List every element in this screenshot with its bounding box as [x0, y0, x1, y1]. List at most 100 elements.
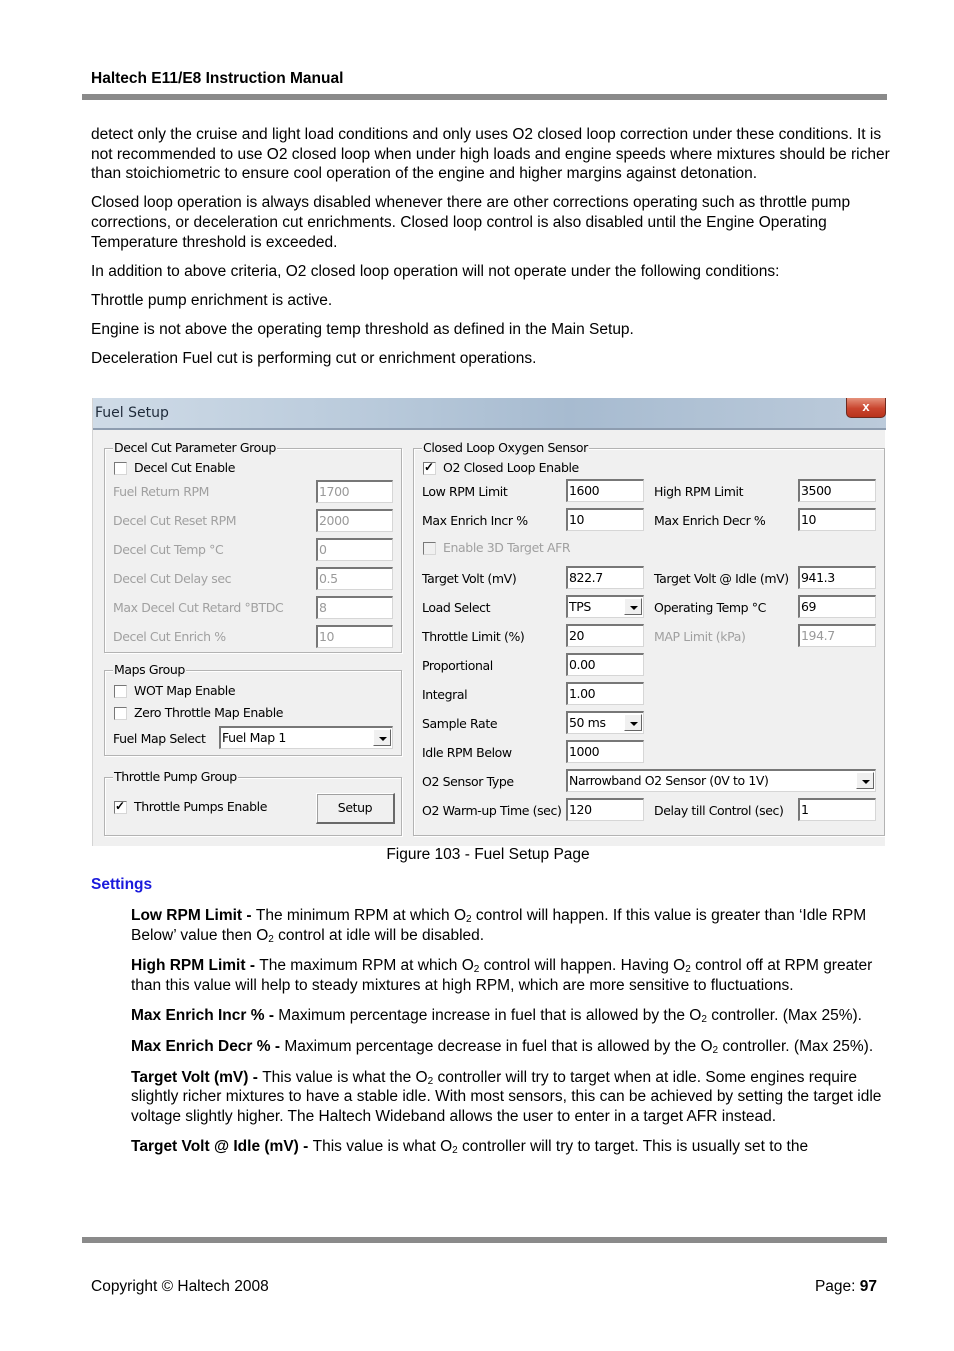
max-enrich-decr-label: Max Enrich Decr %: [654, 513, 766, 528]
paragraph: Throttle pump enrichment is active.: [91, 291, 333, 309]
decel-cut-enable-label: Decel Cut Enable: [134, 460, 236, 475]
load-select-label: Load Select: [422, 600, 491, 615]
fuel-setup-dialog: Fuel Setup x Decel Cut Parameter Group D…: [92, 398, 886, 846]
operating-temp-label: Operating Temp °C: [654, 600, 766, 615]
fuel-map-select-dropdown[interactable]: Fuel Map 1: [219, 726, 393, 749]
field-label: Max Decel Cut Retard °BTDC: [113, 600, 284, 615]
zero-throttle-map-enable-label: Zero Throttle Map Enable: [134, 705, 284, 720]
header-rule: [82, 94, 887, 100]
intro-text: detect only the cruise and light load co…: [91, 125, 891, 379]
integral-input[interactable]: 1.00: [566, 682, 644, 705]
fuel-map-select-value: Fuel Map 1: [222, 730, 286, 745]
chevron-down-icon[interactable]: [624, 714, 642, 731]
proportional-label: Proportional: [422, 658, 493, 673]
definition-low-rpm-limit: Low RPM Limit - The minimum RPM at which…: [131, 907, 867, 945]
high-rpm-limit-input[interactable]: 3500: [798, 479, 876, 502]
group-title: Throttle Pump Group: [113, 769, 238, 784]
field-label: Decel Cut Delay sec: [113, 571, 232, 586]
target-volt-input[interactable]: 822.7: [566, 566, 644, 589]
target-volt-idle-input[interactable]: 941.3: [798, 566, 876, 589]
checkmark-icon: ✓: [115, 799, 126, 813]
settings-heading: Settings: [91, 876, 153, 893]
sample-rate-value: 50 ms: [569, 715, 606, 730]
chevron-down-icon[interactable]: [856, 772, 874, 789]
o2-warmup-time-label: O2 Warm-up Time (sec): [422, 803, 562, 818]
decel-cut-temp-input[interactable]: 0: [316, 538, 393, 561]
paragraph: In addition to above criteria, O2 closed…: [91, 262, 780, 280]
throttle-limit-label: Throttle Limit (%): [422, 629, 525, 644]
definition-high-rpm-limit: High RPM Limit - The maximum RPM at whic…: [131, 957, 873, 994]
o2-closed-loop-enable-checkbox[interactable]: ✓: [423, 460, 436, 475]
enable-3d-target-afr-label: Enable 3D Target AFR: [443, 540, 571, 555]
field-label: Fuel Return RPM: [113, 484, 210, 499]
field-label: Decel Cut Temp °C: [113, 542, 224, 557]
close-icon: x: [862, 399, 870, 414]
map-limit-label: MAP Limit (kPa): [654, 629, 746, 644]
sample-rate-dropdown[interactable]: 50 ms: [566, 711, 644, 734]
decel-cut-enable-checkbox[interactable]: [114, 462, 127, 475]
checkmark-icon: ✓: [424, 460, 435, 474]
decel-cut-enrich-input[interactable]: 10: [316, 625, 393, 648]
dialog-titlebar: Fuel Setup x: [93, 398, 886, 430]
low-rpm-limit-input[interactable]: 1600: [566, 479, 644, 502]
enable-3d-target-afr-checkbox[interactable]: [423, 542, 436, 555]
max-enrich-decr-input[interactable]: 10: [798, 508, 876, 531]
map-limit-input[interactable]: 194.7: [798, 624, 876, 647]
settings-definitions: Low RPM Limit - The minimum RPM at which…: [131, 906, 891, 1168]
idle-rpm-below-input[interactable]: 1000: [566, 740, 644, 763]
proportional-input[interactable]: 0.00: [566, 653, 644, 676]
term: Low RPM Limit -: [131, 907, 256, 924]
fuel-map-select-label: Fuel Map Select: [113, 731, 206, 746]
delay-till-control-input[interactable]: 1: [798, 798, 876, 821]
paragraph: detect only the cruise and light load co…: [91, 126, 890, 183]
group-title: Maps Group: [113, 662, 186, 677]
group-title: Closed Loop Oxygen Sensor: [422, 440, 589, 455]
definition-max-enrich-incr: Max Enrich Incr % - Maximum percentage i…: [131, 1007, 862, 1026]
paragraph: Deceleration Fuel cut is performing cut …: [91, 350, 537, 368]
term: Target Volt @ Idle (mV) -: [131, 1138, 313, 1156]
term: High RPM Limit -: [131, 957, 260, 975]
max-enrich-incr-label: Max Enrich Incr %: [422, 513, 528, 528]
o2-warmup-time-input[interactable]: 120: [566, 798, 644, 821]
paragraph: Engine is not above the operating temp t…: [91, 321, 634, 339]
o2-sensor-type-label: O2 Sensor Type: [422, 774, 514, 789]
delay-till-control-label: Delay till Control (sec): [654, 803, 784, 818]
o2-closed-loop-enable-label: O2 Closed Loop Enable: [443, 460, 579, 475]
load-select-value: TPS: [569, 599, 591, 614]
field-label: Decel Cut Reset RPM: [113, 513, 237, 528]
throttle-pumps-enable-label: Throttle Pumps Enable: [134, 799, 268, 814]
fuel-return-rpm-input[interactable]: 1700: [316, 480, 393, 503]
figure-caption: Figure 103 - Fuel Setup Page: [386, 846, 590, 863]
term: Max Enrich Incr % -: [131, 1007, 279, 1025]
definition-target-volt: Target Volt (mV) - This value is what th…: [131, 1068, 882, 1125]
decel-cut-reset-rpm-input[interactable]: 2000: [316, 509, 393, 532]
chevron-down-icon[interactable]: [624, 598, 642, 615]
copyright: Copyright © Haltech 2008: [91, 1278, 269, 1295]
chevron-down-icon[interactable]: [373, 729, 391, 746]
zero-throttle-map-enable-checkbox[interactable]: [114, 707, 127, 720]
term: Target Volt (mV) -: [131, 1068, 263, 1086]
field-label: Decel Cut Enrich %: [113, 629, 226, 644]
target-volt-label: Target Volt (mV): [422, 571, 517, 586]
wot-map-enable-checkbox[interactable]: [114, 685, 127, 698]
throttle-pumps-enable-checkbox[interactable]: ✓: [114, 799, 127, 814]
operating-temp-input[interactable]: 69: [798, 595, 876, 618]
throttle-pump-setup-button[interactable]: Setup: [316, 793, 395, 824]
definition-max-enrich-decr: Max Enrich Decr % - Maximum percentage d…: [131, 1037, 874, 1056]
low-rpm-limit-label: Low RPM Limit: [422, 484, 508, 499]
footer-rule: [82, 1237, 887, 1243]
throttle-limit-input[interactable]: 20: [566, 624, 644, 647]
sample-rate-label: Sample Rate: [422, 716, 498, 731]
idle-rpm-below-label: Idle RPM Below: [422, 745, 512, 760]
integral-label: Integral: [422, 687, 468, 702]
page-number: Page: 97: [814, 1278, 877, 1295]
decel-cut-delay-input[interactable]: 0.5: [316, 567, 393, 590]
max-decel-cut-retard-input[interactable]: 8: [316, 596, 393, 619]
close-button[interactable]: x: [846, 398, 886, 418]
high-rpm-limit-label: High RPM Limit: [654, 484, 744, 499]
load-select-dropdown[interactable]: TPS: [566, 595, 644, 618]
term: Max Enrich Decr % -: [131, 1037, 285, 1055]
o2-sensor-type-dropdown[interactable]: Narrowband O2 Sensor (0V to 1V): [566, 769, 876, 792]
wot-map-enable-label: WOT Map Enable: [134, 683, 236, 698]
max-enrich-incr-input[interactable]: 10: [566, 508, 644, 531]
